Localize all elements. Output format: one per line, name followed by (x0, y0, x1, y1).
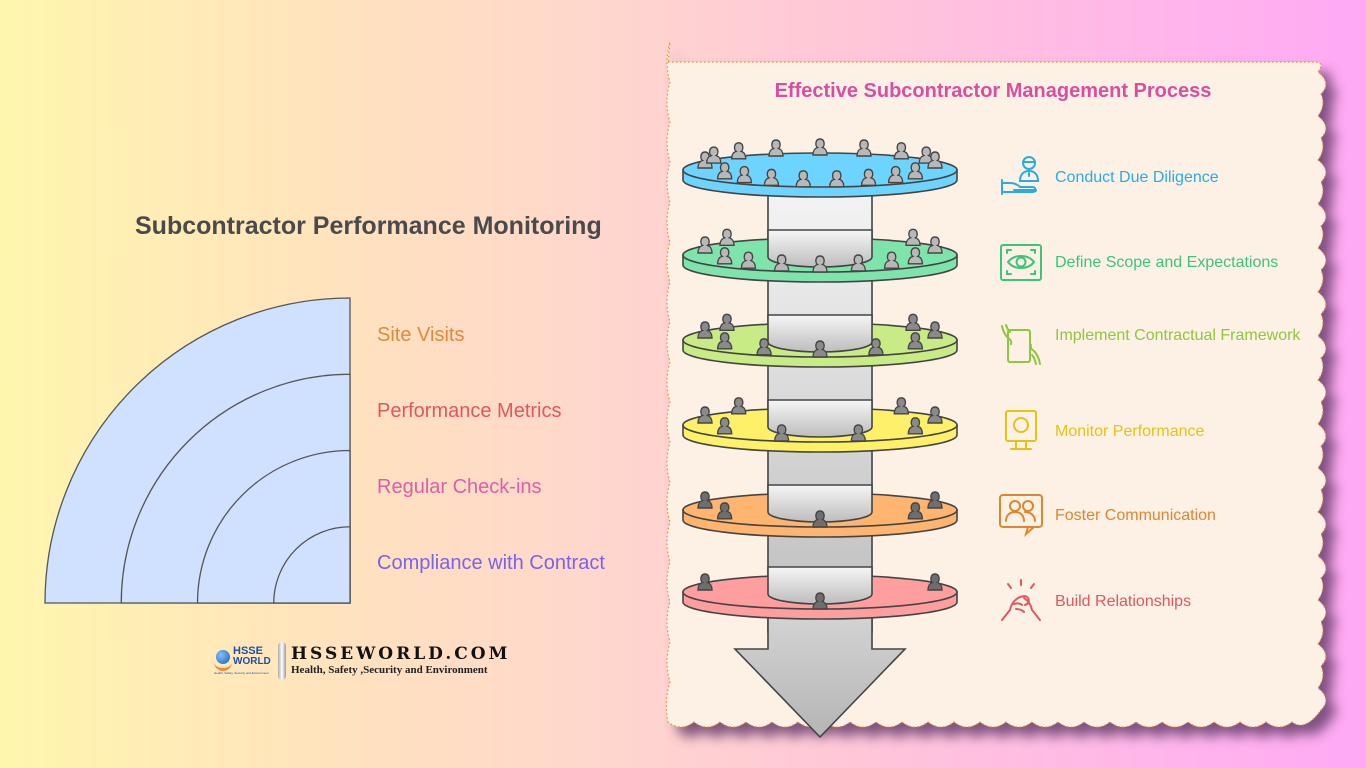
eye-frame-icon (1000, 244, 1042, 281)
monitor-icon (1005, 410, 1037, 450)
handshake-person-icon (1001, 156, 1040, 195)
clasped-hands-icon (1001, 579, 1041, 621)
step-label: Define Scope and Expectations (1055, 254, 1279, 271)
step-label: Build Relationships (1055, 593, 1192, 610)
step-label: Foster Communication (1055, 507, 1216, 524)
step-label: Implement Contractual Framework (1055, 327, 1301, 344)
step-define-scope: Define Scope and Expectations (998, 240, 1318, 290)
step-label: Conduct Due Diligence (1055, 169, 1219, 186)
step-build-relationships: Build Relationships (998, 578, 1318, 628)
step-conduct-due-diligence: Conduct Due Diligence (998, 154, 1318, 204)
step-monitor-performance: Monitor Performance (998, 408, 1318, 458)
step-label: Monitor Performance (1055, 423, 1205, 440)
panel-title: Effective Subcontractor Management Proce… (774, 80, 1212, 102)
step-foster-communication: Foster Communication (998, 492, 1318, 542)
step-implement-contractual-framework: Implement Contractual Framework (998, 322, 1318, 372)
document-hands-icon (1001, 324, 1041, 365)
process-panel (665, 41, 1336, 739)
chat-people-icon (999, 494, 1043, 537)
